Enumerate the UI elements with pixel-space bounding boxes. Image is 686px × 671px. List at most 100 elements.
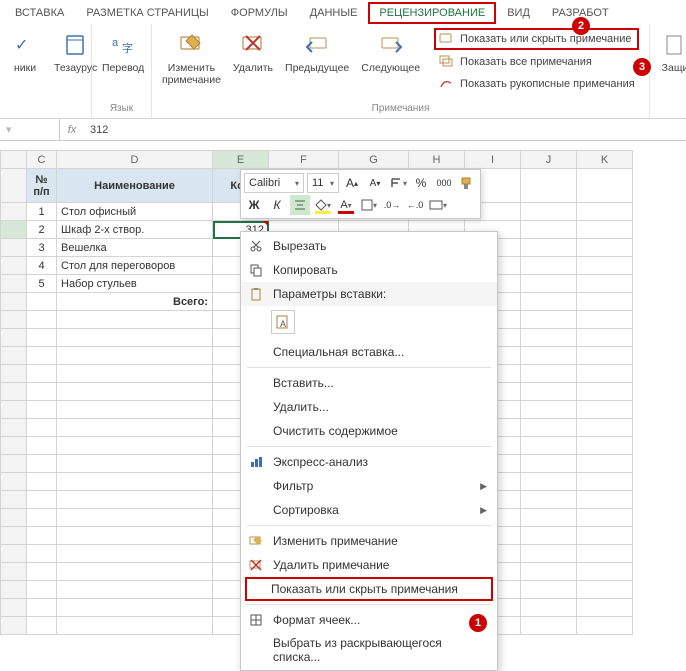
- row-header[interactable]: [1, 293, 27, 311]
- corner-cell[interactable]: [1, 151, 27, 169]
- ctx-clear[interactable]: Очистить содержимое: [241, 419, 497, 443]
- cell[interactable]: [521, 169, 577, 203]
- table-cell[interactable]: [27, 293, 57, 311]
- ctx-sort[interactable]: Сортировка ▶: [241, 498, 497, 522]
- fill-color-icon[interactable]: ▾: [313, 195, 333, 215]
- paste-default-icon[interactable]: A: [271, 310, 295, 334]
- ribbon-group-language-title: Язык: [98, 101, 145, 118]
- name-box[interactable]: ▾: [0, 119, 60, 140]
- cell[interactable]: [577, 239, 633, 257]
- cell[interactable]: [521, 221, 577, 239]
- cell[interactable]: [521, 203, 577, 221]
- row-header[interactable]: [1, 221, 27, 239]
- table-cell[interactable]: 4: [27, 257, 57, 275]
- ctx-cut[interactable]: Вырезать: [241, 234, 497, 258]
- ctx-pick-from-list[interactable]: Выбрать из раскрывающегося списка...: [241, 632, 497, 668]
- table-cell[interactable]: Вешелка: [57, 239, 213, 257]
- cell[interactable]: [577, 203, 633, 221]
- ctx-filter[interactable]: Фильтр ▶: [241, 474, 497, 498]
- row-header[interactable]: [1, 203, 27, 221]
- ctx-delete[interactable]: Удалить...: [241, 395, 497, 419]
- row-header[interactable]: [1, 169, 27, 203]
- ctx-delete-comment[interactable]: Удалить примечание: [241, 553, 497, 577]
- cell[interactable]: [521, 293, 577, 311]
- table-cell[interactable]: 2: [27, 221, 57, 239]
- col-header-G[interactable]: G: [339, 151, 409, 169]
- col-header-F[interactable]: F: [269, 151, 339, 169]
- cell[interactable]: [521, 257, 577, 275]
- table-cell[interactable]: Стол офисный: [57, 203, 213, 221]
- tab-insert[interactable]: ВСТАВКА: [4, 2, 75, 24]
- border-icon[interactable]: ▾: [359, 195, 379, 215]
- table-cell[interactable]: 5: [27, 275, 57, 293]
- formula-value[interactable]: 312: [84, 124, 114, 136]
- cell[interactable]: [521, 239, 577, 257]
- cell[interactable]: [577, 221, 633, 239]
- font-size-selector[interactable]: 11▾: [307, 173, 339, 193]
- cell[interactable]: [577, 169, 633, 203]
- table-header-name[interactable]: Наименование: [57, 169, 213, 203]
- ctx-insert[interactable]: Вставить...: [241, 371, 497, 395]
- decrease-decimal-icon[interactable]: ←.0: [405, 195, 425, 215]
- table-cell[interactable]: Стол для переговоров: [57, 257, 213, 275]
- row-header[interactable]: [1, 257, 27, 275]
- table-cell[interactable]: Набор стульев: [57, 275, 213, 293]
- col-header-E[interactable]: E: [213, 151, 269, 169]
- col-header-C[interactable]: C: [27, 151, 57, 169]
- col-header-H[interactable]: H: [409, 151, 465, 169]
- italic-icon[interactable]: К: [267, 195, 287, 215]
- svg-text:✓: ✓: [15, 37, 28, 54]
- decrease-font-icon[interactable]: A▾: [365, 173, 385, 193]
- align-center-icon[interactable]: [290, 195, 310, 215]
- comment-toggle-icon: [438, 31, 454, 47]
- bold-icon[interactable]: Ж: [244, 195, 264, 215]
- table-cell[interactable]: 3: [27, 239, 57, 257]
- tab-formulas[interactable]: ФОРМУЛЫ: [220, 2, 299, 24]
- tab-view[interactable]: ВИД: [496, 2, 541, 24]
- row-header[interactable]: [1, 275, 27, 293]
- format-painter-icon[interactable]: [457, 173, 477, 193]
- ribbon-btn-spellcheck[interactable]: ✓ ники: [6, 28, 44, 112]
- cell[interactable]: [577, 257, 633, 275]
- ribbon-btn-delete-comment[interactable]: Удалить: [229, 28, 277, 101]
- cell[interactable]: [577, 293, 633, 311]
- fx-button[interactable]: fx: [60, 124, 84, 136]
- tab-page-layout[interactable]: РАЗМЕТКА СТРАНИЦЫ: [75, 2, 219, 24]
- increase-decimal-icon[interactable]: .0→: [382, 195, 402, 215]
- ribbon-btn-next-comment[interactable]: Следующее: [357, 28, 424, 101]
- table-cell[interactable]: Шкаф 2-х створ.: [57, 221, 213, 239]
- table-cell[interactable]: 1: [27, 203, 57, 221]
- merge-icon[interactable]: ▾: [428, 195, 448, 215]
- ribbon-btn-edit-comment[interactable]: Изменить примечание: [158, 28, 225, 101]
- ribbon-item-show-ink-comments[interactable]: Показать рукописные примечания: [434, 74, 639, 94]
- ctx-edit-comment[interactable]: Изменить примечание: [241, 529, 497, 553]
- ctx-paste-special[interactable]: Специальная вставка...: [241, 340, 497, 364]
- ribbon-btn-protect[interactable]: Защи: [656, 28, 686, 118]
- tab-review[interactable]: РЕЦЕНЗИРОВАНИЕ: [368, 2, 496, 24]
- ribbon-btn-prev-comment[interactable]: Предыдущее: [281, 28, 353, 101]
- thousands-icon[interactable]: 000: [434, 173, 454, 193]
- increase-font-icon[interactable]: A▴: [342, 173, 362, 193]
- col-header-I[interactable]: I: [465, 151, 521, 169]
- tab-data[interactable]: ДАННЫЕ: [299, 2, 369, 24]
- ctx-show-hide-comment[interactable]: Показать или скрыть примечания: [245, 577, 493, 601]
- col-header-D[interactable]: D: [57, 151, 213, 169]
- ctx-format-cells[interactable]: Формат ячеек...: [241, 608, 497, 632]
- ctx-copy[interactable]: Копировать: [241, 258, 497, 282]
- col-header-K[interactable]: K: [577, 151, 633, 169]
- table-total-label[interactable]: Всего:: [57, 293, 213, 311]
- cell[interactable]: [577, 275, 633, 293]
- percent-icon[interactable]: %: [411, 173, 431, 193]
- row-header[interactable]: [1, 239, 27, 257]
- font-selector[interactable]: Calibri▾: [244, 173, 304, 193]
- currency-icon[interactable]: ▾: [388, 173, 408, 193]
- ribbon-item-show-all-comments[interactable]: Показать все примечания: [434, 52, 639, 72]
- ctx-quick-analysis[interactable]: Экспресс-анализ: [241, 450, 497, 474]
- ribbon-item-show-hide-comment[interactable]: Показать или скрыть примечание: [434, 28, 639, 50]
- table-header-num[interactable]: № п/п: [27, 169, 57, 203]
- svg-text:字: 字: [122, 41, 133, 55]
- font-color-icon[interactable]: A▾: [336, 195, 356, 215]
- ribbon-btn-translate[interactable]: a字 Перевод: [98, 28, 148, 101]
- cell[interactable]: [521, 275, 577, 293]
- col-header-J[interactable]: J: [521, 151, 577, 169]
